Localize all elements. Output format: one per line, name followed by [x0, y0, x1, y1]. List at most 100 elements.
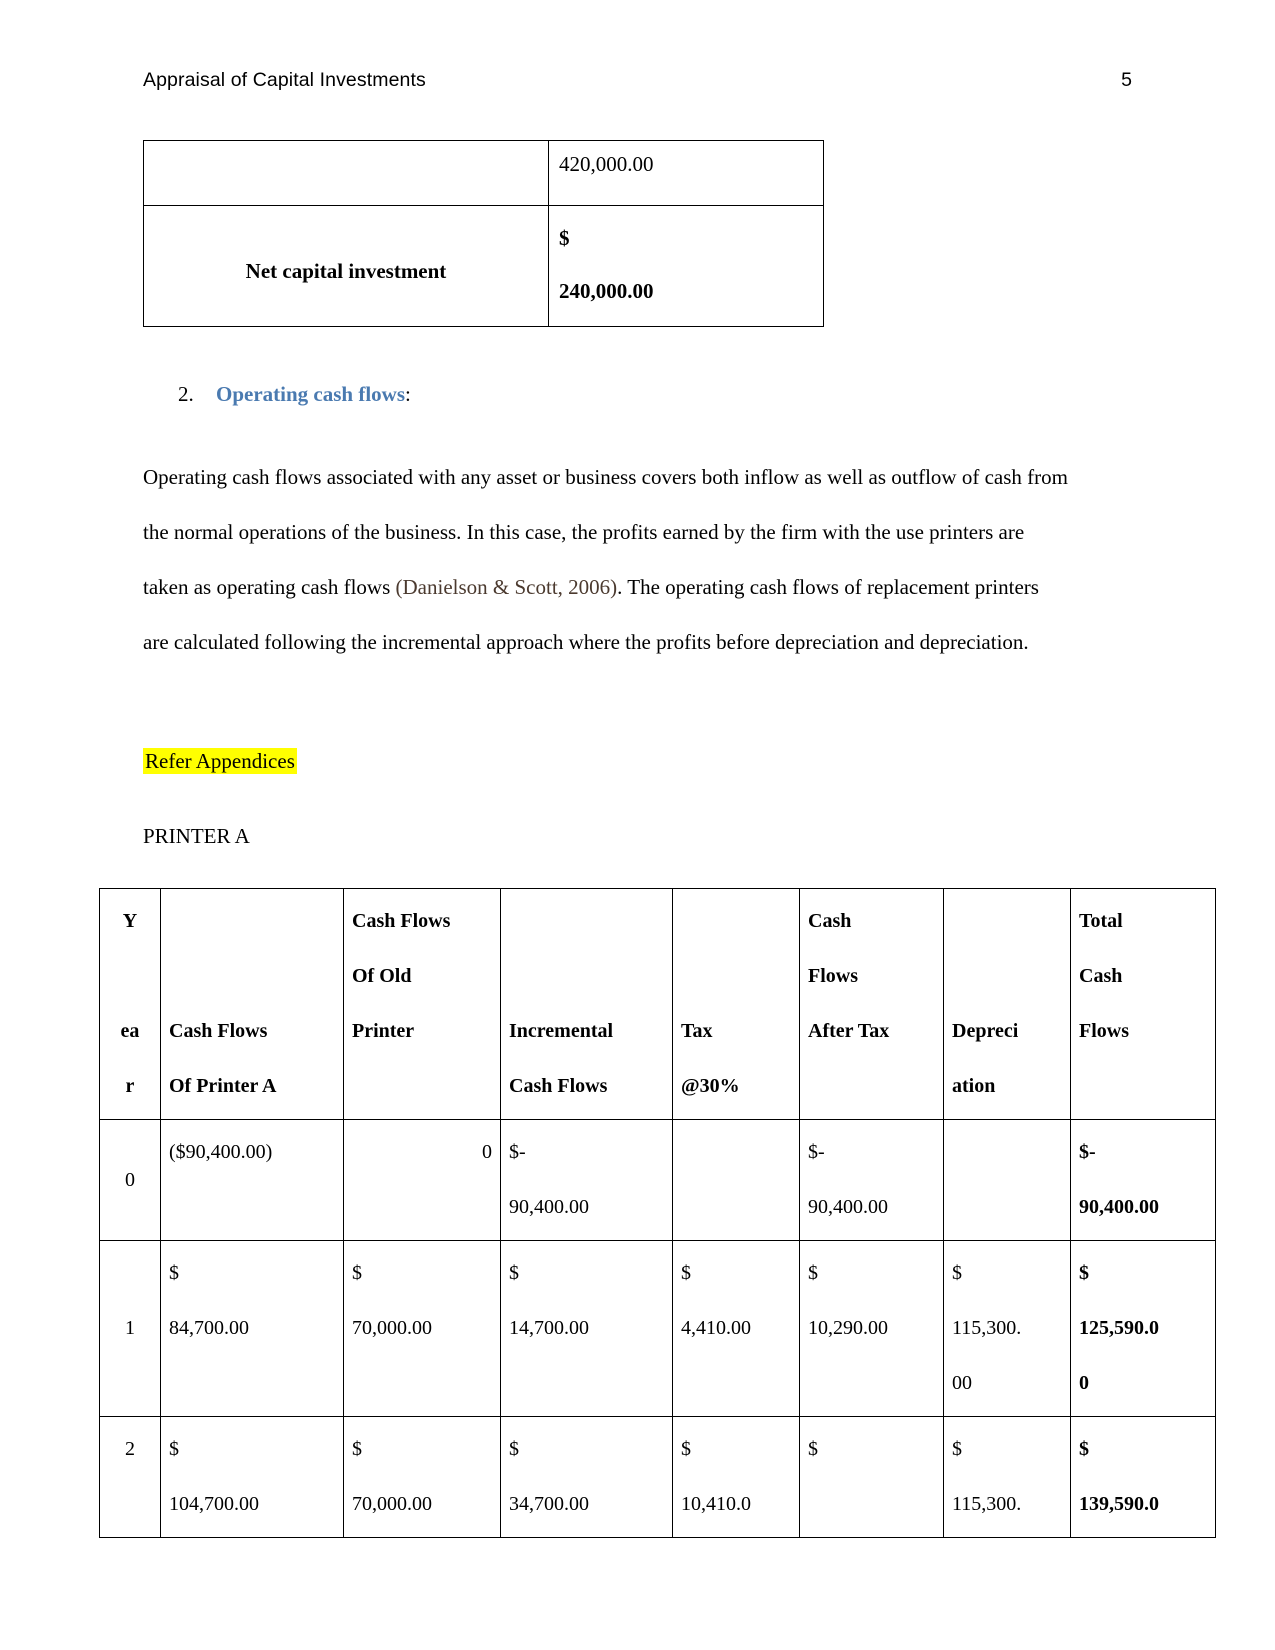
- cell-after-tax-1: $10,290.00: [799, 1240, 944, 1417]
- column-header-total-cash-flows: Total Cash Flows: [1070, 888, 1216, 1120]
- amount-value: 90,400.00: [509, 1196, 589, 1218]
- amount-value-line1: 115,300.: [952, 1493, 1022, 1515]
- header-line-1: Total: [1079, 910, 1123, 932]
- top-table-value-420000: 420,000.00: [548, 140, 824, 206]
- cell-tax-2: $10,410.0: [672, 1416, 800, 1538]
- refer-appendices-note: Refer Appendices: [143, 746, 297, 776]
- amount-value-line2: 00: [952, 1372, 972, 1394]
- cell-total-1: $125,590.0 0: [1070, 1240, 1216, 1417]
- table-row: 420,000.00: [143, 140, 824, 206]
- heading-number: 2.: [178, 382, 194, 406]
- amount-value-line2: 0: [1079, 1372, 1089, 1394]
- body-paragraph: Operating cash flows associated with any…: [143, 450, 1068, 670]
- amount-value: 90,400.00: [808, 1196, 888, 1218]
- amount-value: 240,000.00: [559, 279, 654, 303]
- top-table-label-net-capital-investment: Net capital investment: [143, 205, 549, 327]
- cell-total-0: $- 90,400.00: [1070, 1119, 1216, 1241]
- column-header-incremental-cash-flows: Incremental Cash Flows: [500, 888, 673, 1120]
- header-line-2: Flows: [808, 965, 858, 987]
- cell-cash-flows-printer-a-0: ($90,400.00): [160, 1119, 344, 1241]
- header-line-1: Y: [122, 910, 138, 932]
- header-line-3: Flows: [1079, 1020, 1129, 1042]
- amount-value: 90,400.00: [1079, 1196, 1159, 1218]
- currency-symbol: $: [808, 1438, 818, 1460]
- top-table-value-240000: $240,000.00: [548, 205, 824, 327]
- currency-symbol: $: [808, 1141, 818, 1163]
- amount-value: 4,410.00: [681, 1317, 751, 1339]
- cell-cash-flows-old-printer-1: $70,000.00: [343, 1240, 501, 1417]
- cell-cash-flows-old-printer-2: $70,000.00: [343, 1416, 501, 1538]
- column-header-depreciation: Depreci ation: [943, 888, 1071, 1120]
- cell-incremental-0: $- 90,400.00: [500, 1119, 673, 1241]
- amount-value: 10,410.0: [681, 1493, 751, 1515]
- header-line-3: @30%: [681, 1075, 740, 1097]
- currency-symbol: $: [1079, 1438, 1089, 1460]
- table-row: 2 $104,700.00 $70,000.00 $34,700.00 $10,…: [99, 1416, 1216, 1538]
- currency-symbol: $: [1079, 1262, 1089, 1284]
- header-title: Appraisal of Capital Investments: [143, 69, 426, 91]
- heading-label: Operating cash flows: [216, 382, 405, 406]
- header-line-2: ea: [120, 1020, 140, 1042]
- header-line-3: r: [125, 1075, 135, 1097]
- page-number: 5: [1121, 69, 1132, 91]
- header-line-3: After Tax: [808, 1020, 890, 1042]
- cell-cash-flows-old-printer-0: 0: [343, 1119, 501, 1241]
- currency-symbol: $: [559, 226, 570, 250]
- printer-a-label: PRINTER A: [143, 824, 250, 848]
- currency-symbol: $: [169, 1438, 179, 1460]
- cell-cash-flows-printer-a-2: $104,700.00: [160, 1416, 344, 1538]
- cell-year-2: 2: [99, 1416, 161, 1538]
- header-line-3: Cash Flows: [509, 1075, 608, 1097]
- table-row: 0 ($90,400.00) 0 $- 90,400.00 $- 90,400.00…: [99, 1119, 1216, 1241]
- currency-symbol: $: [509, 1262, 519, 1284]
- header-line-2: Cash Flows: [169, 1020, 268, 1042]
- column-header-year: Yea r: [99, 888, 161, 1120]
- cell-incremental-2: $34,700.00: [500, 1416, 673, 1538]
- currency-symbol: $: [952, 1438, 962, 1460]
- currency-symbol: $: [352, 1438, 362, 1460]
- heading-colon: :: [405, 382, 411, 406]
- running-header: Appraisal of Capital Investments 5: [143, 68, 1132, 102]
- header-line-1: Cash: [808, 910, 852, 932]
- cell-total-2: $139,590.0: [1070, 1416, 1216, 1538]
- cell-tax-1: $4,410.00: [672, 1240, 800, 1417]
- cell-year-1: 1: [99, 1240, 161, 1417]
- top-table-label-empty: [143, 140, 549, 206]
- cell-depreciation-0: [943, 1119, 1071, 1241]
- amount-value: 34,700.00: [509, 1493, 589, 1515]
- table-header-row: Yea r Cash Flows Of Printer A Cash Flows Of…: [99, 888, 1216, 1120]
- table-row: Net capital investment $240,000.00: [143, 205, 824, 327]
- cell-cash-flows-printer-a-1: $84,700.00: [160, 1240, 344, 1417]
- currency-symbol: $: [952, 1262, 962, 1284]
- cell-after-tax-0: $- 90,400.00: [799, 1119, 944, 1241]
- cell-depreciation-2: $115,300.: [943, 1416, 1071, 1538]
- currency-symbol: $: [681, 1438, 691, 1460]
- header-line-3: ation: [952, 1075, 996, 1097]
- document-page: Appraisal of Capital Investments 5 420,0…: [0, 0, 1275, 1650]
- amount-value-line1: 125,590.0: [1079, 1317, 1159, 1339]
- column-header-cash-flows-printer-a: Cash Flows Of Printer A: [160, 888, 344, 1120]
- header-line-2: Depreci: [952, 1020, 1019, 1042]
- amount-value: 84,700.00: [169, 1317, 249, 1339]
- highlighted-text: Refer Appendices: [143, 748, 297, 774]
- currency-symbol: $: [509, 1141, 519, 1163]
- citation-danielson-scott: (Danielson & Scott, 2006): [395, 575, 618, 599]
- amount-value: 70,000.00: [352, 1493, 432, 1515]
- header-line-2: Incremental: [509, 1020, 614, 1042]
- cell-year-0: 0: [99, 1119, 161, 1241]
- header-line-3: Of Printer A: [169, 1075, 277, 1097]
- cell-after-tax-2: $: [799, 1416, 944, 1538]
- header-line-3: Printer: [352, 1020, 415, 1042]
- dash-symbol: -: [1089, 1141, 1096, 1163]
- currency-symbol: $: [169, 1262, 179, 1284]
- amount-value: 10,290.00: [808, 1317, 888, 1339]
- amount-value: 70,000.00: [352, 1317, 432, 1339]
- currency-symbol: $: [681, 1262, 691, 1284]
- cell-incremental-1: $14,700.00: [500, 1240, 673, 1417]
- dash-symbol: -: [519, 1141, 526, 1163]
- column-header-tax: Tax @30%: [672, 888, 800, 1120]
- header-line-2: Cash: [1079, 965, 1123, 987]
- cell-depreciation-1: $115,300. 00: [943, 1240, 1071, 1417]
- column-header-cash-flows-old-printer: Cash Flows Of Old Printer: [343, 888, 501, 1120]
- header-line-2: Tax: [681, 1020, 713, 1042]
